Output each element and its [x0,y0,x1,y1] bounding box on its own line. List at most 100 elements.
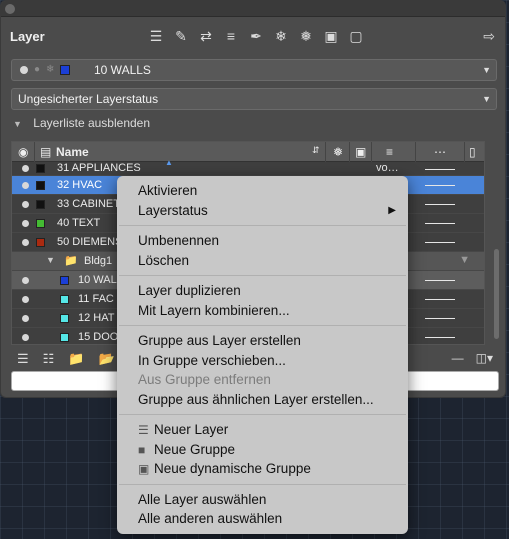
menu-item-duplicate-layer[interactable]: Layer duplizieren [117,281,408,301]
layer-table-header: ◉ ▤ Name ⇵ ❅ ▣ ≡ ⋯ ▯ [12,142,484,162]
sort-toggle-icon[interactable]: ⇵ [312,145,320,156]
new-layer-from-icon[interactable]: ☷ [43,351,55,367]
lineweight-line [425,280,455,281]
menu-item-merge-layers[interactable]: Mit Layern kombinieren... [117,301,408,321]
chevron-down-icon: ▼ [482,65,491,75]
layer-thaw-tool-icon[interactable]: ❅ [297,27,315,45]
print-column-icon[interactable]: ▯ [469,145,476,159]
layer-name: 31 APPLIANCES [57,162,141,174]
collapse-list-toggle[interactable]: ▼ Layerliste ausblenden [13,116,150,130]
layer-merge-tool-icon[interactable]: ⇄ [197,27,215,45]
layer-row[interactable]: 31 APPLIANCES vo… [12,162,484,176]
visible-icon [20,66,28,74]
color-column-icon[interactable]: ▤ [40,145,51,159]
palette-titlebar[interactable] [1,1,505,17]
menu-item-label: Neue Gruppe [154,441,236,457]
layer-linetype: vo… [376,162,399,174]
visible-icon[interactable] [22,165,29,172]
layer-state-dropdown[interactable]: Ungesicherter Layerstatus ▼ [11,88,497,110]
lineweight-line [425,337,455,338]
layer-name: 11 FAC [78,293,114,305]
filter-icon[interactable]: ▼ [459,254,470,266]
column-settings-icon[interactable]: ◫▾ [476,351,493,365]
layer-name: 10 WAL [78,274,117,286]
layer-color-swatch[interactable] [60,295,69,304]
layer-edit-tool-icon[interactable]: ✎ [172,27,190,45]
new-layer-tool-icon[interactable]: ☰ [147,27,165,45]
close-dot-icon[interactable] [5,4,15,14]
layer-lock-tool-icon[interactable]: ▣ [322,27,340,45]
menu-item-label: Neue dynamische Gruppe [154,461,311,476]
menu-item-select-others[interactable]: Alle anderen auswählen [117,509,408,529]
linetype-column-icon[interactable]: ≡ [386,145,393,159]
layer-color-swatch[interactable] [36,200,45,209]
layer-unlock-tool-icon[interactable]: ▢ [347,27,365,45]
menu-item-new-group[interactable]: ■ Neue Gruppe [117,440,408,460]
menu-item-label: Layerstatus [138,202,208,218]
new-group-icon[interactable]: 📁 [68,351,84,367]
layer-name: 32 HVAC [57,179,103,191]
layer-toolbar: ☰ ✎ ⇄ ≡ ✒ ❄ ❅ ▣ ▢ [147,27,365,45]
layer-list-tool-icon[interactable]: ≡ [222,27,240,45]
lineweight-line [425,204,455,205]
current-layer-dropdown[interactable]: ● ❄ 10 WALLS ▼ [11,59,497,81]
panel-title: Layer [10,29,45,44]
visible-icon[interactable] [22,296,29,303]
lineweight-line [425,242,455,243]
layer-color-swatch[interactable] [36,219,45,228]
menu-separator [119,483,406,485]
menu-item-layer-state[interactable]: Layerstatus ▶ [117,201,408,221]
layer-color-swatch[interactable] [36,164,45,173]
layer-state-value: Ungesicherter Layerstatus [18,92,159,106]
menu-item-rename[interactable]: Umbenennen [117,231,408,251]
menu-item-new-layer[interactable]: ☰ Neuer Layer [117,420,408,440]
submenu-arrow-icon: ▶ [388,204,396,216]
visible-icon[interactable] [22,315,29,322]
layer-name: 15 DOO [78,331,119,343]
visible-icon[interactable] [22,220,29,227]
layer-list-scrollbar[interactable] [494,249,499,339]
visible-icon[interactable] [22,239,29,246]
menu-item-group-from-layer[interactable]: Gruppe aus Layer erstellen [117,331,408,351]
bottom-toolbar: ☰ ☷ 📁 📂 [17,351,115,367]
menu-item-activate[interactable]: Aktivieren [117,181,408,201]
menu-item-delete[interactable]: Löschen [117,251,408,271]
layer-freeze-tool-icon[interactable]: ❄ [272,27,290,45]
menu-item-new-dynamic-group[interactable]: ▣ Neue dynamische Gruppe [117,459,408,479]
menu-separator [119,225,406,226]
layer-color-swatch[interactable] [60,333,69,342]
new-dynamic-group-icon[interactable]: 📂 [99,351,115,367]
freeze-column-icon[interactable]: ❅ [333,145,343,159]
layer-pen-tool-icon[interactable]: ✒ [247,27,265,45]
bottom-right-tools: — ◫▾ [452,351,493,365]
panel-detach-icon[interactable]: ⇨ [483,28,495,45]
visible-icon[interactable] [22,334,29,341]
menu-item-move-to-group[interactable]: In Gruppe verschieben... [117,351,408,371]
layer-color-swatch[interactable] [36,181,45,190]
layer-color-swatch[interactable] [36,238,45,247]
menu-item-select-all[interactable]: Alle Layer auswählen [117,490,408,510]
chevron-down-icon: ▼ [482,94,491,104]
layer-name: 50 DIEMENS [57,236,123,248]
menu-item-remove-from-group: Aus Gruppe entfernen [138,372,271,387]
layer-color-swatch[interactable] [60,314,69,323]
new-layer-icon[interactable]: ☰ [17,351,29,367]
visibility-column-icon[interactable]: ◉ [18,145,28,159]
layer-name: 12 HAT [78,312,115,324]
menu-item-group-from-similar[interactable]: Gruppe aus ähnlichen Layer erstellen... [117,390,408,410]
lineweight-line [425,318,455,319]
visible-icon[interactable] [22,277,29,284]
visible-icon[interactable] [22,182,29,189]
visible-icon[interactable] [22,201,29,208]
layer-name: 40 TEXT [57,217,101,229]
layer-color-swatch[interactable] [60,276,69,285]
menu-separator [119,325,406,326]
delete-layer-icon[interactable]: — [452,351,464,365]
lock-column-icon[interactable]: ▣ [355,145,366,159]
lineweight-column-icon[interactable]: ⋯ [434,145,446,159]
sort-indicator-icon: ▲ [165,158,173,167]
name-column-header[interactable]: Name [56,145,89,159]
disclosure-triangle-icon[interactable]: ▼ [46,255,55,265]
folder-icon: ■ [138,442,146,457]
group-folder-icon: 📁 [64,255,78,267]
